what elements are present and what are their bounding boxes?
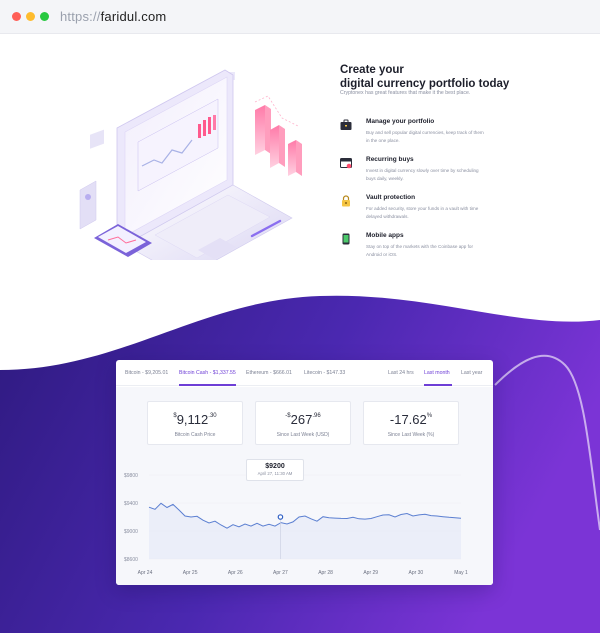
tooltip-date: April 27, 11:30 AM <box>257 471 293 476</box>
tooltip-value: $9200 <box>265 463 285 470</box>
hero-title: Create your digital currency portfolio t… <box>340 63 540 91</box>
minimize-window-button[interactable] <box>26 12 35 21</box>
x-tick-label: Apr 27 <box>273 570 288 576</box>
tab-ethereum[interactable]: Ethereum - $666.01 <box>246 370 292 376</box>
y-tick-label: $9000 <box>124 529 138 535</box>
y-tick-label: $9400 <box>124 501 138 507</box>
tab-bitcoin-cash[interactable]: Bitcoin Cash - $1,337.55 <box>179 370 236 376</box>
stat-value: -17.62% <box>389 412 433 427</box>
price-card: Bitcoin - $9,205.01 Bitcoin Cash - $1,33… <box>116 360 493 585</box>
price-line-chart[interactable]: $9800 $9400 $9000 $8600 Apr 24 Apr 25 Apr 26 Ap… <box>116 437 493 585</box>
highlight-point <box>277 514 284 520</box>
feature-title: Recurring buys <box>366 156 414 163</box>
active-tab-indicator <box>179 384 236 386</box>
tab-bitcoin[interactable]: Bitcoin - $9,205.01 <box>125 370 168 376</box>
x-tick-label: Apr 25 <box>183 570 198 576</box>
hero-title-line-2: digital currency portfolio today <box>340 78 510 90</box>
feature-description: Invest in digital currency slowly over t… <box>366 168 479 181</box>
coin-tab-bar: Bitcoin - $9,205.01 Bitcoin Cash - $1,33… <box>116 360 493 386</box>
feature-title: Manage your portfolio <box>366 118 435 125</box>
x-tick-label: Apr 30 <box>408 570 423 576</box>
y-tick-label: $8600 <box>124 557 138 563</box>
stat-value: $9,112.30 <box>173 412 217 427</box>
laptop-illustration <box>79 69 302 260</box>
url-host: faridul.com <box>100 9 167 24</box>
x-tick-label: May 1 <box>454 570 468 576</box>
tab-litecoin[interactable]: Litecoin - $147.33 <box>304 370 345 376</box>
feature-description: Stay on top of the markets with the Coin… <box>366 244 473 257</box>
x-tick-label: Apr 28 <box>318 570 333 576</box>
address-bar[interactable]: https://faridul.com <box>60 9 166 24</box>
close-window-button[interactable] <box>12 12 21 21</box>
hero-title-line-1: Create your <box>340 64 404 76</box>
x-tick-label: Apr 29 <box>363 570 378 576</box>
stat-value: -$267.96 <box>285 412 321 427</box>
tab-last-24-hrs[interactable]: Last 24 hrs <box>388 370 414 376</box>
x-tick-label: Apr 24 <box>138 570 153 576</box>
active-period-indicator <box>424 384 452 386</box>
feature-title: Vault protection <box>366 194 416 201</box>
tab-last-year[interactable]: Last year <box>461 370 482 376</box>
x-tick-label: Apr 26 <box>228 570 243 576</box>
briefcase-icon <box>340 119 352 130</box>
phone-icon <box>342 233 350 245</box>
hero-subtitle: Cryptonex has great features that make i… <box>340 90 471 96</box>
lock-icon <box>342 195 350 207</box>
feature-description: For added security, store your funds in … <box>366 206 479 219</box>
browser-toolbar: https://faridul.com <box>0 0 600 34</box>
chart-tooltip: $9200 April 27, 11:30 AM <box>246 459 304 481</box>
url-protocol: https:// <box>60 9 101 24</box>
calendar-icon <box>340 158 352 169</box>
maximize-window-button[interactable] <box>40 12 49 21</box>
y-tick-label: $9800 <box>124 473 138 479</box>
feature-title: Mobile apps <box>366 232 404 239</box>
tab-last-month[interactable]: Last month <box>424 370 450 376</box>
feature-description: Buy and sell popular digital currencies,… <box>366 130 484 143</box>
